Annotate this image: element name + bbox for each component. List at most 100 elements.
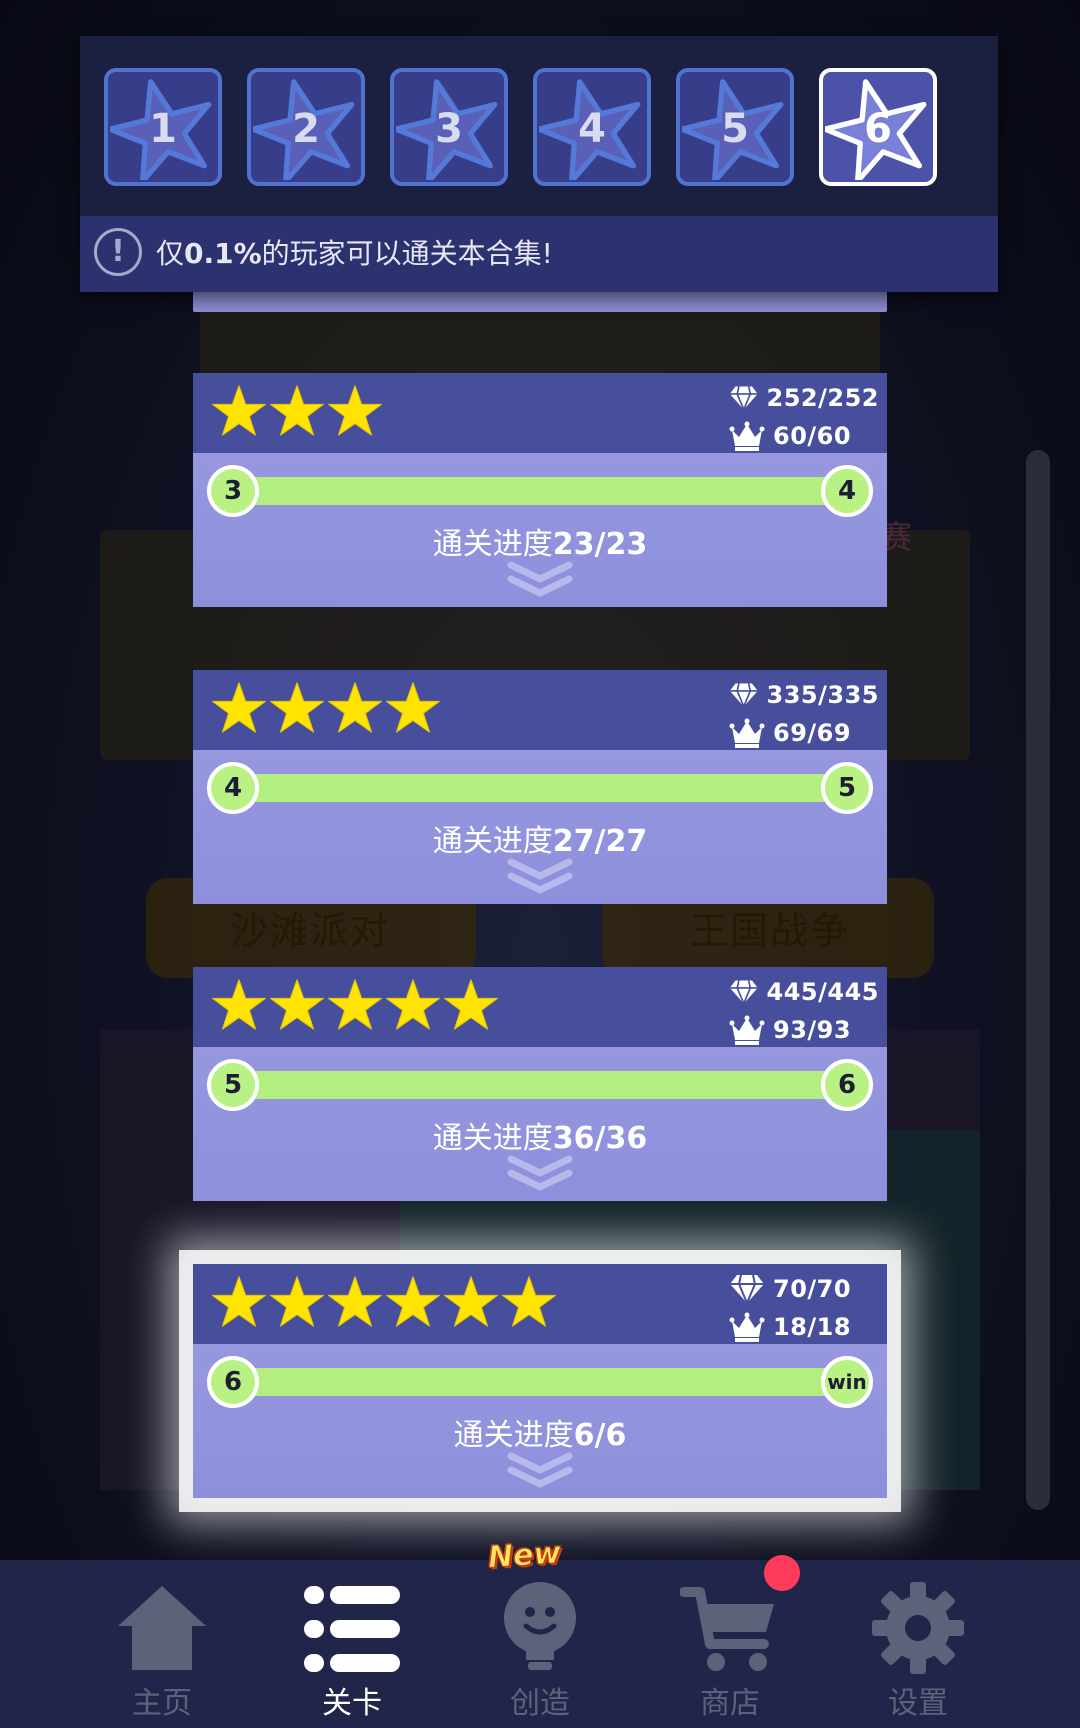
difficulty-stars xyxy=(211,1274,557,1330)
star-icon xyxy=(502,1276,556,1327)
level-stats: 335/335 69/69 xyxy=(729,676,879,752)
level-stats: 70/70 18/18 xyxy=(729,1270,879,1346)
gem-count: 335/335 xyxy=(766,681,879,709)
star-icon xyxy=(212,682,266,733)
exclamation-circle-icon: ! xyxy=(94,228,142,276)
level-progress-track: 34 xyxy=(207,465,873,521)
star-icon xyxy=(328,385,382,436)
level-progress-track: 45 xyxy=(207,762,873,818)
clear-progress-label: 通关进度 xyxy=(432,527,553,562)
crown-count: 60/60 xyxy=(773,422,852,450)
start-node: 3 xyxy=(207,465,259,517)
collection-tab-2[interactable]: 2 xyxy=(247,68,365,186)
diamond-icon xyxy=(729,683,758,709)
gem-count: 252/252 xyxy=(766,384,879,412)
list-icon xyxy=(304,1586,400,1672)
collection-tab-number: 4 xyxy=(578,106,606,152)
start-node: 4 xyxy=(207,762,259,814)
crown-count: 93/93 xyxy=(773,1016,852,1044)
diamond-icon xyxy=(730,1274,764,1305)
level-card-header: 445/445 93/93 xyxy=(193,967,887,1047)
expand-chevron-icon[interactable] xyxy=(507,1155,573,1193)
crown-stat: 93/93 xyxy=(729,1011,879,1049)
clear-progress: 通关进度23/23 xyxy=(193,519,887,563)
nav-home[interactable]: 主页 xyxy=(72,1560,252,1728)
gem-count: 70/70 xyxy=(773,1275,852,1303)
collection-tab-4[interactable]: 4 xyxy=(533,68,651,186)
nav-levels-label: 关卡 xyxy=(322,1686,382,1721)
crown-icon xyxy=(729,718,765,748)
star-icon xyxy=(444,979,498,1030)
lightbulb-icon xyxy=(504,1582,576,1670)
collection-tab-number: 1 xyxy=(149,106,177,152)
star-icon xyxy=(212,385,266,436)
difficulty-stars xyxy=(211,383,383,439)
crown-stat: 60/60 xyxy=(729,417,879,455)
expand-chevron-icon[interactable] xyxy=(507,561,573,599)
star-icon xyxy=(444,1276,498,1327)
nav-create[interactable]: 创造 xyxy=(450,1560,630,1728)
crown-icon xyxy=(729,421,765,451)
expand-chevron-icon[interactable] xyxy=(507,1452,573,1490)
collection-tab-number: 6 xyxy=(864,106,892,152)
end-node: 6 xyxy=(821,1059,873,1111)
progress-bar xyxy=(233,477,847,505)
crown-count: 18/18 xyxy=(773,1313,852,1341)
star-icon xyxy=(212,1276,266,1327)
nav-shop-label: 商店 xyxy=(700,1686,760,1721)
background-mode-label-left: 沙滩派对 xyxy=(230,909,391,953)
diamond-icon xyxy=(729,386,758,412)
scrollbar[interactable] xyxy=(1026,450,1050,1510)
crown-icon xyxy=(729,1015,765,1045)
level-card[interactable]: 445/445 93/93 5 6 通关进度36/36 xyxy=(193,967,887,1201)
level-stats: 445/445 93/93 xyxy=(729,973,879,1049)
nav-create-label: 创造 xyxy=(510,1686,570,1721)
new-badge: New xyxy=(486,1535,563,1576)
bottom-nav: 主页 关卡 创造 商店 设置 xyxy=(0,1560,1080,1728)
level-card-header: 70/70 18/18 xyxy=(193,1264,887,1344)
level-card[interactable]: 252/252 60/60 3 4 通关进度23/23 xyxy=(193,373,887,607)
collection-tab-1[interactable]: 1 xyxy=(104,68,222,186)
clear-progress-label: 通关进度 xyxy=(432,1121,553,1156)
expand-chevron-icon[interactable] xyxy=(507,858,573,896)
level-card-partial xyxy=(193,292,887,312)
star-icon xyxy=(270,385,324,436)
difficulty-stars xyxy=(211,977,499,1033)
collection-tabs: 1 2 3 4 5 6 xyxy=(104,68,937,190)
start-node: 6 xyxy=(207,1356,259,1408)
star-icon xyxy=(270,682,324,733)
clear-progress-value: 6/6 xyxy=(573,1418,627,1453)
star-icon xyxy=(328,682,382,733)
level-progress-track: 6 win xyxy=(207,1356,873,1412)
progress-bar xyxy=(233,1071,847,1099)
level-progress-track: 56 xyxy=(207,1059,873,1115)
star-icon xyxy=(386,1276,440,1327)
level-card-header: 252/252 60/60 xyxy=(193,373,887,453)
crown-icon xyxy=(729,1312,765,1342)
collection-tab-6[interactable]: 6 xyxy=(819,68,937,186)
end-node: 4 xyxy=(821,465,873,517)
collection-tab-5[interactable]: 5 xyxy=(676,68,794,186)
background-mode-label-right: 王国战争 xyxy=(690,909,851,953)
shop-notification-dot xyxy=(764,1555,800,1591)
gem-stat: 70/70 xyxy=(729,1270,879,1308)
crown-stat: 18/18 xyxy=(729,1308,879,1346)
notice-bar: ! 仅0.1%的玩家可以通关本合集! xyxy=(80,216,998,292)
diamond-icon xyxy=(729,980,758,1006)
collection-tab-number: 5 xyxy=(721,106,749,152)
level-card[interactable]: 70/70 18/18 6 win 通关进度6/6 xyxy=(193,1264,887,1498)
start-node: 5 xyxy=(207,1059,259,1111)
difficulty-stars xyxy=(211,680,441,736)
crown-stat: 69/69 xyxy=(729,714,879,752)
nav-levels[interactable]: 关卡 xyxy=(262,1560,442,1728)
level-card[interactable]: 335/335 69/69 4 5 通关进度27/27 xyxy=(193,670,887,904)
star-icon xyxy=(328,1276,382,1327)
collection-tab-number: 3 xyxy=(435,106,463,152)
nav-settings[interactable]: 设置 xyxy=(828,1560,1008,1728)
clear-progress-label: 通关进度 xyxy=(453,1418,574,1453)
gem-stat: 445/445 xyxy=(729,973,879,1011)
gem-count: 445/445 xyxy=(766,978,879,1006)
collection-tab-3[interactable]: 3 xyxy=(390,68,508,186)
level-stats: 252/252 60/60 xyxy=(729,379,879,455)
star-icon xyxy=(328,979,382,1030)
